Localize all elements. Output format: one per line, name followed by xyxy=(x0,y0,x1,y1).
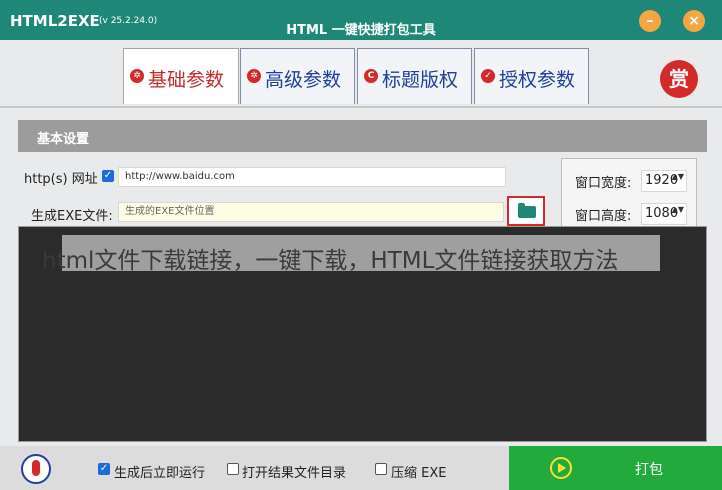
tab-label: 高级参数 xyxy=(265,69,342,91)
overlay-caption: html文件下载链接，一键下载，HTML文件链接获取方法 xyxy=(42,235,660,274)
window-title: HTML 一键快捷打包工具 xyxy=(286,23,436,38)
exe-path-input[interactable]: 生成的EXE文件位置 xyxy=(118,202,504,222)
open-output-dir-checkbox[interactable] xyxy=(227,463,239,475)
exe-path-label: 生成EXE文件: xyxy=(31,209,113,224)
tab-label: 标题版权 xyxy=(382,69,459,91)
url-label: http(s) 网址 xyxy=(24,172,98,187)
spinner-arrows-icon[interactable]: ▲▼ xyxy=(672,206,684,214)
pack-label: 打包 xyxy=(635,462,663,478)
run-after-build-label: 生成后立即运行 xyxy=(114,466,206,481)
minimize-button[interactable]: – xyxy=(639,10,661,32)
window-size-group: 窗口宽度: 1920 ▲▼ 窗口高度: 1080 ▲▼ xyxy=(561,158,697,230)
overlay-caption-text: html文件下载链接，一键下载，HTML文件链接获取方法 xyxy=(42,248,619,274)
tab-license-params[interactable]: ✓ 授权参数 xyxy=(474,48,589,104)
pack-button[interactable]: 打包 xyxy=(509,446,722,490)
section-header: 基本设置 xyxy=(18,120,707,152)
spinner-arrows-icon[interactable]: ▲▼ xyxy=(672,173,684,181)
gear-icon: ✲ xyxy=(130,69,144,83)
compress-exe-checkbox[interactable] xyxy=(375,463,387,475)
minimize-icon: – xyxy=(646,13,654,29)
window-width-spinner[interactable]: 1920 ▲▼ xyxy=(641,170,687,192)
bottom-bar: ✓ 生成后立即运行 打开结果文件目录 压缩 EXE 打包 xyxy=(0,446,722,490)
basic-settings-panel: 基本设置 http(s) 网址 ✓ http://www.baidu.com 生… xyxy=(0,106,722,446)
reward-button[interactable]: 赏 xyxy=(660,60,698,98)
tab-basic-params[interactable]: ✲ 基础参数 xyxy=(123,48,239,104)
gear-icon: ✲ xyxy=(247,69,261,83)
url-checkbox[interactable]: ✓ xyxy=(102,170,114,182)
tab-label: 基础参数 xyxy=(148,69,225,91)
tab-title-copyright[interactable]: C 标题版权 xyxy=(357,48,472,104)
tab-label: 授权参数 xyxy=(499,69,576,91)
run-after-build-checkbox[interactable]: ✓ xyxy=(98,463,110,475)
play-icon xyxy=(550,457,572,479)
open-output-dir-label: 打开结果文件目录 xyxy=(242,466,347,481)
close-button[interactable]: × xyxy=(683,10,705,32)
folder-icon xyxy=(518,203,536,218)
title-bar: HTML2EXE (v 25.2.24.0) HTML 一键快捷打包工具 – × xyxy=(0,0,722,40)
app-logo xyxy=(21,454,51,484)
copyright-icon: C xyxy=(364,69,378,83)
shield-icon: ✓ xyxy=(481,69,495,83)
window-width-label: 窗口宽度: xyxy=(575,176,632,191)
close-icon: × xyxy=(688,13,700,29)
browse-folder-button[interactable] xyxy=(507,196,545,226)
window-height-label: 窗口高度: xyxy=(575,209,632,224)
section-title: 基本设置 xyxy=(37,132,90,147)
tab-advanced-params[interactable]: ✲ 高级参数 xyxy=(240,48,355,104)
window-height-spinner[interactable]: 1080 ▲▼ xyxy=(641,203,687,225)
url-input[interactable]: http://www.baidu.com xyxy=(118,167,506,187)
compress-exe-label: 压缩 EXE xyxy=(391,466,447,481)
tab-bar: ✲ 基础参数 ✲ 高级参数 C 标题版权 ✓ 授权参数 赏 xyxy=(0,40,722,106)
